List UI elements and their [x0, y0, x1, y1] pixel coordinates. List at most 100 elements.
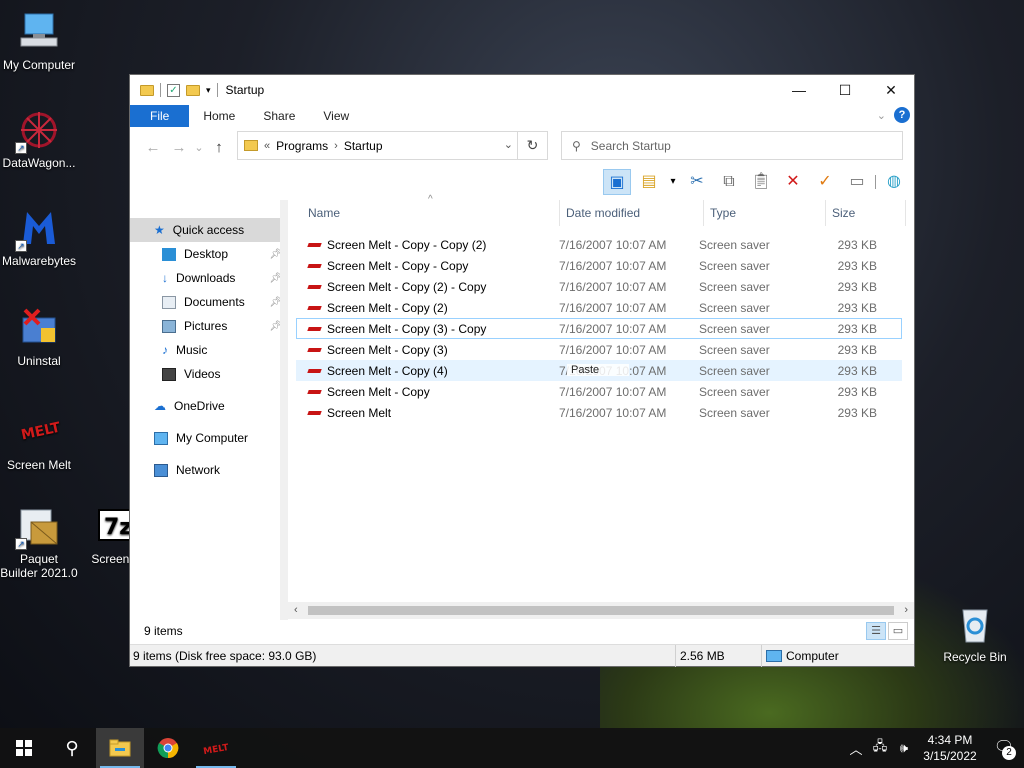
desktop-icon-datawagon[interactable]: ↗ DataWagon... [0, 108, 78, 170]
sidebar-item-desktop[interactable]: Desktop 📌︎ [130, 242, 288, 266]
desktop-icon-malwarebytes[interactable]: ↗ Malwarebytes [0, 206, 78, 268]
desktop-icon-recycle-bin[interactable]: Recycle Bin [936, 602, 1014, 664]
desktop-icon-uninstal[interactable]: Uninstal [0, 306, 78, 368]
screen-melt-icon: MELT [17, 410, 63, 454]
pictures-icon [162, 319, 176, 333]
file-row-focused[interactable]: Screen Melt - Copy (3) - Copy 7/16/2007 … [296, 318, 902, 339]
show-hidden-icons-chevron-icon[interactable]: ︿ [844, 739, 868, 758]
file-name: Screen Melt - Copy (3) - Copy [327, 321, 487, 336]
desktop-icon-my-computer[interactable]: My Computer [0, 10, 78, 72]
search-button[interactable]: ⚲ [48, 728, 96, 768]
tab-file[interactable]: File [130, 105, 190, 127]
file-row[interactable]: Screen Melt - Copy (2) - Copy 7/16/2007 … [296, 276, 902, 297]
help-icon[interactable]: ? [894, 107, 910, 123]
sidebar-item-videos[interactable]: Videos [130, 362, 288, 386]
preview-pane-icon[interactable]: ▣ [603, 169, 631, 195]
sidebar-item-music[interactable]: ♪ Music [130, 338, 288, 362]
copy-icon[interactable]: ⧉ [715, 169, 743, 195]
large-icons-view-icon[interactable]: ▭ [888, 622, 908, 640]
file-row[interactable]: Screen Melt - Copy (2) 7/16/2007 10:07 A… [296, 297, 902, 318]
close-button[interactable]: ✕ [868, 75, 914, 105]
package-icon: ↗ [15, 504, 61, 550]
file-row[interactable]: Screen Melt - Copy - Copy 7/16/2007 10:0… [296, 255, 902, 276]
taskbar-chrome[interactable] [144, 728, 192, 768]
address-dropdown-icon[interactable]: ⌄ [504, 138, 513, 151]
column-header-type[interactable]: Type [704, 200, 826, 226]
file-row[interactable]: Screen Melt - Copy - Copy (2) 7/16/2007 … [296, 234, 902, 255]
ribbon-tabs: File Home Share View ⌄ ? [130, 105, 914, 127]
minimize-button[interactable]: — [776, 75, 822, 105]
paste-icon[interactable]: 📋︎ [747, 169, 775, 195]
sidebar-item-documents[interactable]: Documents 📌︎ [130, 290, 288, 314]
column-header-name[interactable]: Name [288, 200, 560, 226]
up-button[interactable]: ↑ [206, 139, 232, 156]
file-row[interactable]: Screen Melt - Copy 7/16/2007 10:07 AM Sc… [296, 381, 902, 402]
desktop-icon-paquet-builder[interactable]: ↗ Paquet Builder 2021.0 [0, 504, 78, 580]
file-size: 293 KB [837, 405, 877, 420]
dropdown-chevron-icon[interactable]: ▾ [667, 169, 679, 195]
music-note-icon: ♪ [162, 343, 168, 357]
scroll-left-icon[interactable]: ‹ [294, 602, 298, 619]
sidebar-item-label: Desktop [184, 247, 229, 261]
properties-icon[interactable]: ▭ [843, 169, 871, 195]
scrollbar-thumb[interactable] [308, 606, 894, 615]
file-size: 293 KB [837, 300, 877, 315]
title-bar[interactable]: ✓ ▾ Startup — ☐ ✕ [130, 75, 914, 105]
new-folder-icon[interactable] [186, 84, 200, 96]
refresh-button[interactable]: ↻ [517, 132, 547, 159]
column-header-date[interactable]: Date modified [560, 200, 704, 226]
file-row-hovered[interactable]: Screen Melt - Copy (4) 7/16/2007 10:07 A… [296, 360, 902, 381]
globe-icon[interactable]: ◍ [880, 169, 908, 195]
column-headers: ^ Name Date modified Type Size [288, 194, 914, 226]
file-row[interactable]: Screen Melt - Copy (3) 7/16/2007 10:07 A… [296, 339, 902, 360]
tab-share[interactable]: Share [249, 105, 309, 127]
sidebar-item-network[interactable]: Network [130, 458, 288, 482]
datawagon-icon: ↗ [15, 108, 61, 154]
navigation-pane-scrollbar[interactable] [280, 200, 288, 620]
new-folder-icon[interactable]: ▤ [635, 169, 663, 195]
breadcrumb-startup[interactable]: Startup [344, 139, 383, 153]
overflow-chevron[interactable]: « [264, 140, 270, 152]
sidebar-item-my-computer[interactable]: My Computer [130, 426, 288, 450]
recent-locations-button[interactable]: ⌄ [192, 141, 206, 154]
command-toolbar: ▣ ▤ ▾ ✂ ⧉ 📋︎ ✕ ✓ ▭ ◍ [130, 167, 914, 197]
action-center-button[interactable]: 🗨︎ 2 [984, 728, 1024, 768]
screensaver-file-icon [307, 240, 323, 250]
taskbar-file-explorer[interactable] [96, 728, 144, 768]
delete-icon[interactable]: ✕ [779, 169, 807, 195]
expand-ribbon-chevron-icon[interactable]: ⌄ [877, 109, 886, 122]
scroll-right-icon[interactable]: › [904, 602, 908, 619]
file-row[interactable]: Screen Melt 7/16/2007 10:07 AM Screen sa… [296, 402, 902, 423]
search-input[interactable]: ⚲ Search Startup [561, 131, 903, 160]
sidebar-item-label: Documents [184, 295, 245, 309]
desktop-icon-screen-melt[interactable]: MELT Screen Melt [0, 410, 78, 472]
details-status-bar: 9 items (Disk free space: 93.0 GB) 2.56 … [130, 644, 914, 667]
details-view-icon[interactable]: ☰ [866, 622, 886, 640]
tab-home[interactable]: Home [189, 105, 249, 127]
maximize-button[interactable]: ☐ [822, 75, 868, 105]
address-bar[interactable]: « Programs › Startup ⌄ ↻ [237, 131, 548, 160]
column-header-size[interactable]: Size [826, 200, 906, 226]
cut-icon[interactable]: ✂ [683, 169, 711, 195]
item-count: 9 items [144, 624, 183, 638]
breadcrumb-programs[interactable]: Programs [276, 139, 328, 153]
sidebar-item-onedrive[interactable]: ☁ OneDrive [130, 394, 288, 418]
tab-view[interactable]: View [309, 105, 363, 127]
clock[interactable]: 4:34 PM 3/15/2022 [916, 732, 984, 764]
network-icon[interactable]: 🖧︎ [868, 737, 892, 759]
screensaver-file-icon [307, 282, 323, 292]
volume-icon[interactable]: 🕪︎ [892, 740, 916, 756]
navigation-pane: ★ Quick access Desktop 📌︎ ↓ Downloads 📌︎… [130, 200, 288, 620]
horizontal-scrollbar[interactable]: ‹ › [288, 602, 914, 619]
forward-button[interactable]: → [166, 139, 192, 156]
start-button[interactable] [0, 728, 48, 768]
properties-icon[interactable]: ✓ [167, 83, 180, 97]
breadcrumb-separator[interactable]: › [334, 140, 338, 152]
rename-check-icon[interactable]: ✓ [811, 169, 839, 195]
sidebar-item-quick-access[interactable]: ★ Quick access [130, 218, 288, 242]
taskbar-screen-melt[interactable]: MELT [192, 728, 240, 768]
back-button[interactable]: ← [140, 139, 166, 156]
sidebar-item-pictures[interactable]: Pictures 📌︎ [130, 314, 288, 338]
sidebar-item-downloads[interactable]: ↓ Downloads 📌︎ [130, 266, 288, 290]
customize-toolbar-chevron-icon[interactable]: ▾ [206, 85, 211, 96]
